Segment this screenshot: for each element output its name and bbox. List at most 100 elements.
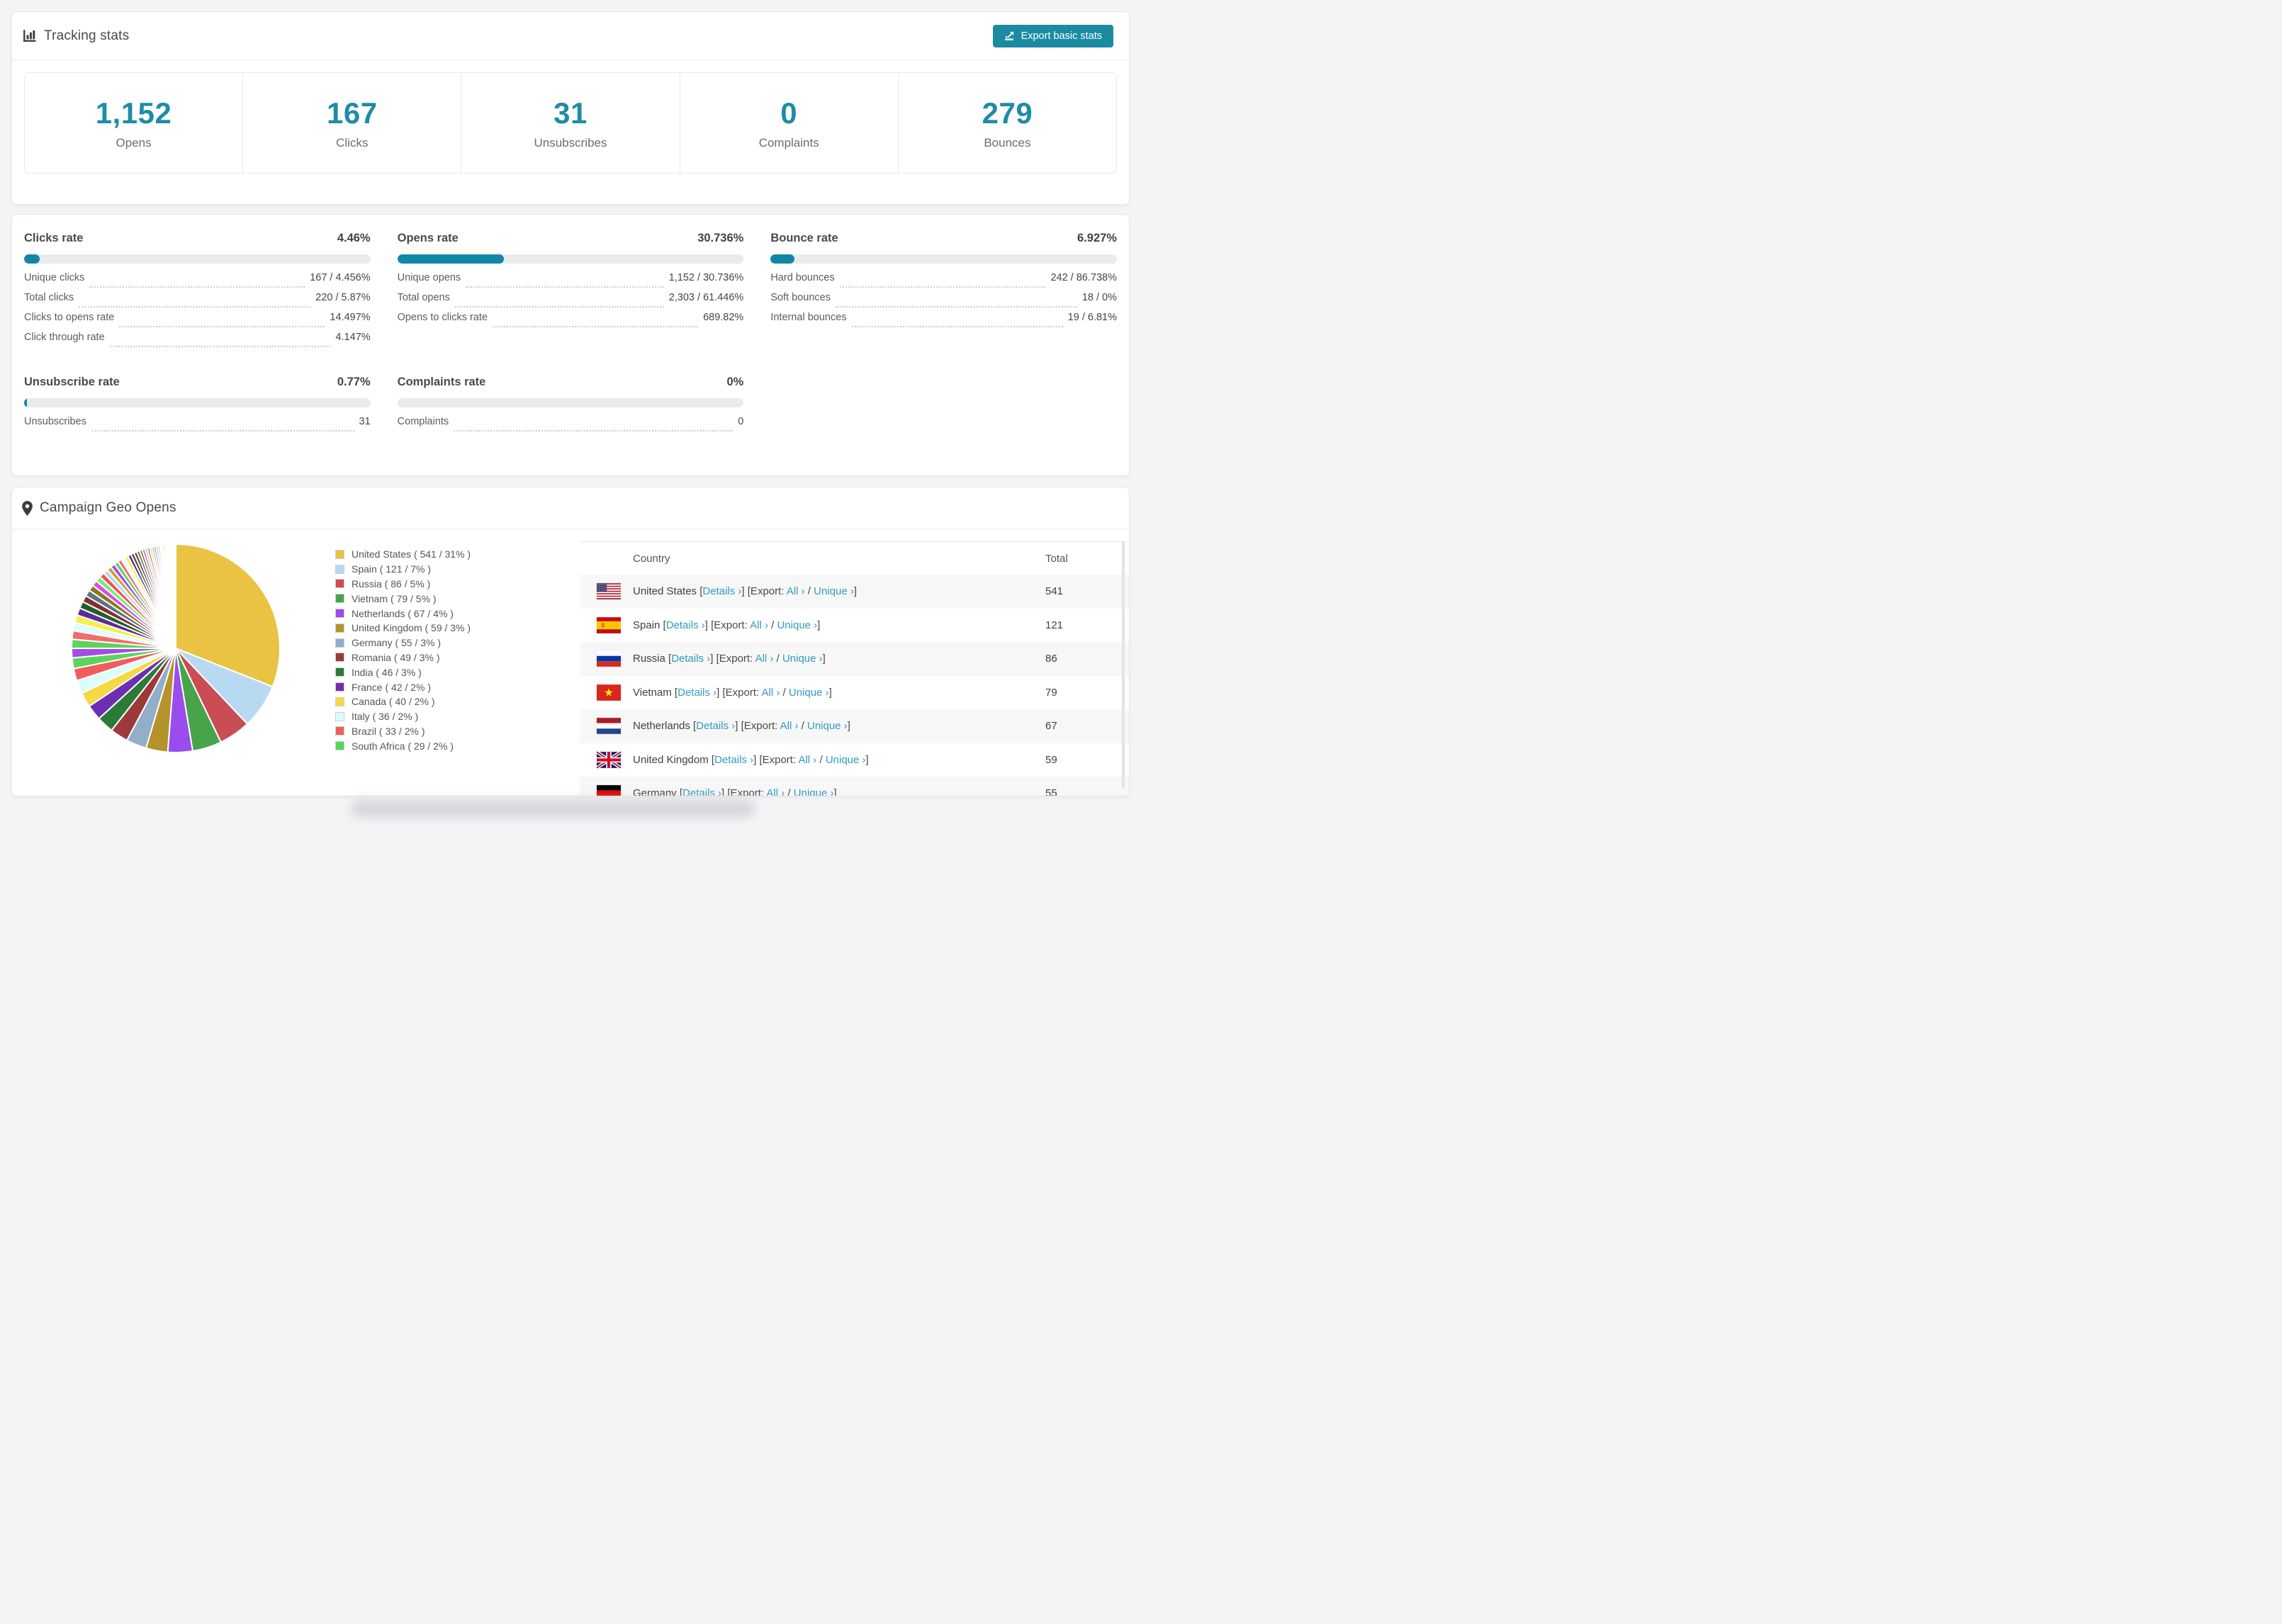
details-link[interactable]: Details › xyxy=(702,585,741,597)
legend-swatch xyxy=(335,564,344,574)
geo-title: Campaign Geo Opens xyxy=(40,500,176,515)
export-all-link[interactable]: All › xyxy=(787,585,805,597)
rate-detail-row: Click through rate 4.147% xyxy=(24,332,371,351)
legend-item-united-kingdom[interactable]: United Kingdom ( 59 / 3% ) xyxy=(335,621,471,636)
rate-block-clicks-rate: Clicks rate 4.46% Unique clicks 167 / 4.… xyxy=(24,232,371,351)
legend-swatch xyxy=(335,623,344,633)
total-cell: 79 xyxy=(1045,686,1057,699)
legend-item-romania[interactable]: Romania ( 49 / 3% ) xyxy=(335,650,471,665)
total-cell: 59 xyxy=(1045,753,1057,766)
export-all-link[interactable]: All › xyxy=(762,687,780,699)
total-cell: 86 xyxy=(1045,653,1057,665)
rate-title: Clicks rate xyxy=(24,232,84,244)
geo-table-header: Country Total xyxy=(580,541,1129,575)
export-unique-link[interactable]: Unique › xyxy=(794,787,834,796)
rate-value: 30.736% xyxy=(697,232,744,244)
legend-item-canada[interactable]: Canada ( 40 / 2% ) xyxy=(335,694,471,709)
rates-grid: Clicks rate 4.46% Unique clicks 167 / 4.… xyxy=(12,215,1129,453)
legend-item-united-states[interactable]: United States ( 541 / 31% ) xyxy=(335,547,471,562)
details-link[interactable]: Details › xyxy=(696,720,735,732)
rate-detail-row: Unique opens 1,152 / 30.736% xyxy=(398,272,743,292)
details-link[interactable]: Details › xyxy=(682,787,721,796)
export-basic-stats-button[interactable]: Export basic stats xyxy=(992,24,1113,47)
export-unique-link[interactable]: Unique › xyxy=(789,687,829,699)
rate-progress-track xyxy=(397,398,744,407)
legend-item-france[interactable]: France ( 42 / 2% ) xyxy=(335,680,471,694)
flag-gb-icon xyxy=(595,750,622,769)
legend-label: United States ( 541 / 31% ) xyxy=(352,548,471,560)
pie-slice-other[interactable] xyxy=(174,543,176,649)
legend-item-russia[interactable]: Russia ( 86 / 5% ) xyxy=(335,577,471,592)
table-scrollbar[interactable] xyxy=(1122,541,1125,789)
export-button-label: Export basic stats xyxy=(1021,30,1102,42)
bar-chart-icon xyxy=(22,28,37,43)
details-link[interactable]: Details › xyxy=(678,687,716,699)
rate-progress-fill xyxy=(24,254,40,264)
details-link[interactable]: Details › xyxy=(671,653,710,665)
export-all-link[interactable]: All › xyxy=(780,720,799,732)
geo-header: Campaign Geo Opens xyxy=(12,487,1129,529)
rate-progress-fill xyxy=(770,254,795,264)
bottom-shadow xyxy=(351,799,755,818)
rate-progress-fill xyxy=(397,254,504,264)
rate-detail-row: Total clicks 220 / 5.87% xyxy=(24,292,371,312)
legend-swatch xyxy=(335,594,344,604)
export-unique-link[interactable]: Unique › xyxy=(777,619,817,631)
rate-progress-track xyxy=(24,254,371,264)
rate-progress-track xyxy=(770,254,1117,264)
legend-label: Italy ( 36 / 2% ) xyxy=(352,711,419,723)
dotted-leader xyxy=(79,306,311,308)
rate-value: 0% xyxy=(726,376,744,388)
stat-value: 279 xyxy=(982,96,1033,130)
legend-swatch xyxy=(335,697,344,706)
legend-item-india[interactable]: India ( 46 / 3% ) xyxy=(335,665,471,680)
stat-value: 0 xyxy=(780,96,798,130)
geo-table-row-es: Spain [Details ›] [Export: All › / Uniqu… xyxy=(580,609,1129,643)
tracking-stats-header: Tracking stats Export basic stats xyxy=(12,12,1129,60)
rate-detail-row: Unique clicks 167 / 4.456% xyxy=(24,272,371,292)
geo-table-row-nl: Netherlands [Details ›] [Export: All › /… xyxy=(580,709,1129,743)
export-all-link[interactable]: All › xyxy=(755,653,774,665)
legend-label: Spain ( 121 / 7% ) xyxy=(352,563,432,575)
legend-swatch xyxy=(335,741,344,751)
legend-item-brazil[interactable]: Brazil ( 33 / 2% ) xyxy=(335,724,471,739)
export-all-link[interactable]: All › xyxy=(750,619,768,631)
export-all-link[interactable]: All › xyxy=(798,754,816,766)
legend-item-germany[interactable]: Germany ( 55 / 3% ) xyxy=(335,636,471,650)
legend-swatch xyxy=(335,682,344,692)
legend-item-vietnam[interactable]: Vietnam ( 79 / 5% ) xyxy=(335,591,471,606)
country-cell: Netherlands [Details ›] [Export: All › /… xyxy=(633,720,850,733)
legend-item-south-africa[interactable]: South Africa ( 29 / 2% ) xyxy=(335,738,471,753)
export-unique-link[interactable]: Unique › xyxy=(807,720,848,732)
campaign-geo-opens-panel: Campaign Geo Opens United States ( 541 /… xyxy=(11,487,1130,796)
details-link[interactable]: Details › xyxy=(666,619,705,631)
stat-box-complaints: 0 Complaints xyxy=(680,73,899,173)
stat-box-clicks: 167 Clicks xyxy=(243,73,462,173)
export-all-link[interactable]: All › xyxy=(766,787,785,796)
export-unique-link[interactable]: Unique › xyxy=(814,585,854,597)
stats-summary-row: 1,152 Opens 167 Clicks 31 Unsubscribes 0 Compla… xyxy=(24,72,1117,174)
legend-label: Vietnam ( 79 / 5% ) xyxy=(352,592,437,604)
flag-us-icon xyxy=(597,583,621,600)
rate-title: Bounce rate xyxy=(770,232,838,244)
stat-value: 31 xyxy=(553,96,588,130)
geo-pie-chart xyxy=(69,541,283,755)
legend-item-spain[interactable]: Spain ( 121 / 7% ) xyxy=(335,562,471,577)
legend-item-italy[interactable]: Italy ( 36 / 2% ) xyxy=(335,709,471,724)
dotted-leader xyxy=(454,430,734,432)
dotted-leader xyxy=(839,286,1046,288)
rate-detail-row: Complaints 0 xyxy=(398,416,743,436)
dotted-leader xyxy=(835,306,1077,308)
rates-panel: Clicks rate 4.46% Unique clicks 167 / 4.… xyxy=(11,214,1130,476)
rate-detail-row: Opens to clicks rate 689.82% xyxy=(398,312,743,332)
details-link[interactable]: Details › xyxy=(714,754,753,766)
geo-table-row-ru: Russia [Details ›] [Export: All › / Uniq… xyxy=(580,642,1129,676)
legend-item-netherlands[interactable]: Netherlands ( 67 / 4% ) xyxy=(335,606,471,621)
rate-title: Complaints rate xyxy=(397,376,486,388)
rate-title: Opens rate xyxy=(397,232,459,244)
stat-value: 1,152 xyxy=(95,96,172,130)
export-unique-link[interactable]: Unique › xyxy=(782,653,823,665)
export-unique-link[interactable]: Unique › xyxy=(826,754,866,766)
rate-value: 4.46% xyxy=(337,232,371,244)
rate-detail-row: Hard bounces 242 / 86.738% xyxy=(770,272,1117,292)
